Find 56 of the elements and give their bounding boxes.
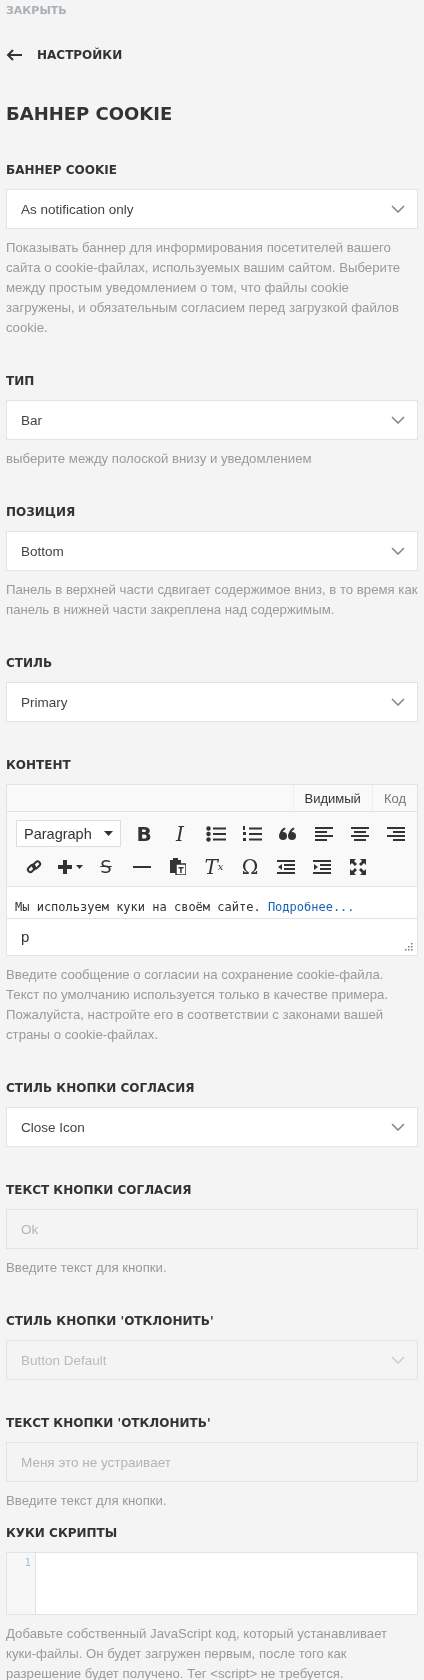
help-text: Введите сообщение о согласии на сохранение cookie-файла. Текст по умолчанию используется только в качестве примера. Пожалуйста, настройте его в соответствии с законами вашей страны о cookie-файлах.	[6, 966, 390, 1044]
chevron-down-icon	[391, 416, 405, 424]
select-field[interactable]: As notification only	[6, 189, 418, 229]
editor-content[interactable]: Мы используем куки на своём сайте. Подробнее...	[7, 887, 417, 919]
help-text: выберите между полоской внизу и уведомлением	[6, 450, 313, 468]
plus-dropdown-icon[interactable]	[57, 858, 83, 875]
help-text: Панель в верхней части сдвигает содержимое вниз, в то время как панель в нижней части закреплена над содержимым.	[6, 581, 418, 619]
page-title: БАННЕР COOKIE	[6, 103, 174, 125]
chevron-down-icon	[391, 698, 405, 706]
link-icon[interactable]	[26, 858, 42, 875]
align-left-icon[interactable]	[315, 826, 333, 841]
indent-icon[interactable]	[313, 859, 331, 874]
outdent-icon[interactable]	[277, 859, 295, 874]
format-dropdown[interactable]: Paragraph	[16, 820, 121, 847]
help-text: Показывать баннер для информирования посетителей вашего сайта о cookie-файлах, используемых вашим сайтом. Выберите между простым уведомлением о том, что файлы cookie загружены, и обязательным согласием перед загрузкой файлов cookie.	[6, 239, 402, 337]
field-label: СТИЛЬ КНОПКИ 'ОТКЛОНИТЬ'	[6, 1313, 215, 1329]
select-field[interactable]: Close Icon	[6, 1107, 418, 1147]
chevron-down-icon	[391, 547, 405, 555]
chevron-down-icon	[391, 1123, 405, 1131]
help-text: Введите текст для кнопки.	[6, 1259, 168, 1277]
field-label: КОНТЕНТ	[6, 757, 72, 773]
chevron-down-icon	[391, 205, 405, 213]
field-label: КУКИ СКРИПТЫ	[6, 1525, 119, 1541]
field-label: ПОЗИЦИЯ	[6, 504, 77, 520]
toolbar-button[interactable]: Ω	[232, 853, 268, 880]
element-path: p	[21, 928, 30, 945]
toolbar-button[interactable]: I	[162, 820, 198, 847]
more-link[interactable]: Подробнее...	[267, 900, 355, 914]
select-field[interactable]: Bottom	[6, 531, 418, 571]
fullscreen-icon[interactable]	[350, 858, 366, 875]
toolbar-button[interactable]: B	[126, 820, 162, 847]
help-text: Введите текст для кнопки.	[6, 1492, 168, 1510]
toolbar-button[interactable]: S	[88, 853, 124, 880]
field-label: СТИЛЬ	[6, 655, 54, 671]
editor-tab[interactable]: Видимый	[292, 785, 373, 811]
select-field[interactable]: Bar	[6, 400, 418, 440]
numbered-list-icon[interactable]	[242, 825, 262, 842]
select-field[interactable]: Primary	[6, 682, 418, 722]
align-right-icon[interactable]	[387, 826, 405, 841]
back-button[interactable]: НАСТРОЙКИ	[6, 48, 123, 62]
chevron-down-icon	[391, 1356, 405, 1364]
field-label: СТИЛЬ КНОПКИ СОГЛАСИЯ	[6, 1080, 196, 1096]
bullet-list-icon[interactable]	[206, 825, 226, 842]
field-label: ТЕКСТ КНОПКИ СОГЛАСИЯ	[6, 1182, 193, 1198]
back-arrow-icon[interactable]	[6, 49, 22, 61]
editor-tab[interactable]: Код	[372, 785, 417, 811]
quote-icon[interactable]	[279, 826, 297, 841]
paste-icon[interactable]	[170, 858, 186, 875]
help-text: Добавьте собственный JavaScript код, который устанавливает куки-файлы. Он будет загружен первым, после того как разрешение будет получено. Тег <script> не требуется.	[6, 1625, 389, 1680]
caret-icon	[104, 831, 113, 836]
field-label: ТИП	[6, 373, 36, 389]
line-number: 1	[23, 1556, 31, 1569]
resize-handle-icon[interactable]	[405, 943, 413, 951]
field-label: БАННЕР COOKIE	[6, 162, 118, 178]
align-center-icon[interactable]	[351, 826, 369, 841]
field-label: ТЕКСТ КНОПКИ 'ОТКЛОНИТЬ'	[6, 1415, 212, 1431]
